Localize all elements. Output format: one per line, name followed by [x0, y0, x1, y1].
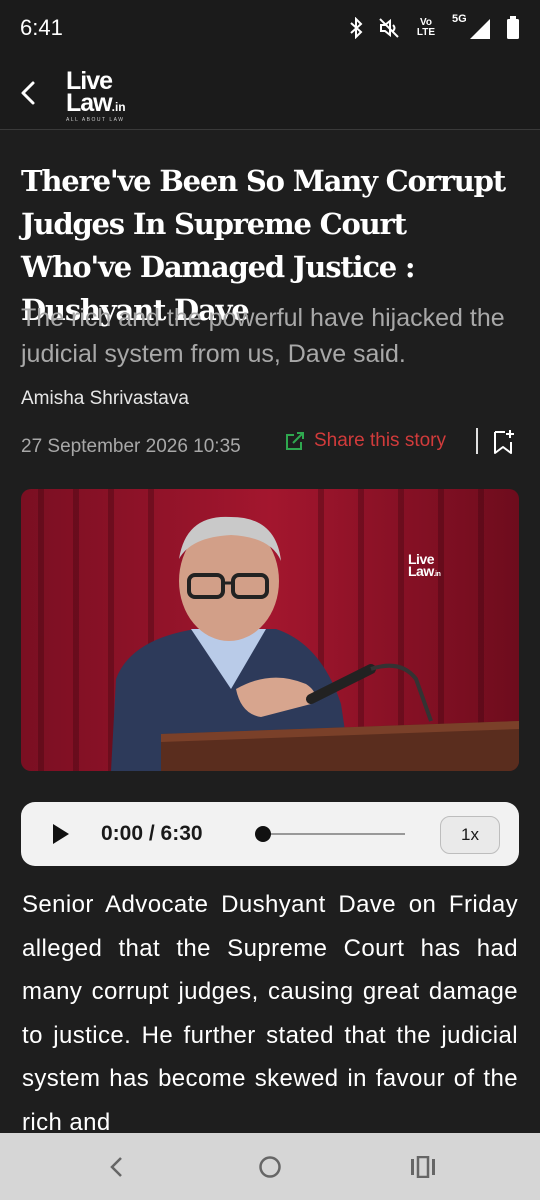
system-nav-bar	[0, 1133, 540, 1200]
audio-time: 0:00 / 6:30	[101, 822, 203, 845]
logo-tagline: ALL ABOUT LAW	[66, 116, 125, 123]
nav-recents-icon	[411, 1155, 435, 1178]
article-body: Senior Advocate Dushyant Dave on Friday …	[22, 891, 518, 1136]
status-bar: 6:41 Vo LTE 5G	[0, 0, 540, 56]
status-icons: Vo LTE 5G	[348, 13, 520, 41]
share-icon	[286, 432, 304, 450]
livelaw-logo[interactable]: Live Law.in ALL ABOUT LAW	[66, 63, 156, 123]
mute-icon	[378, 17, 400, 39]
nav-home-icon	[259, 1155, 281, 1178]
playback-speed-button[interactable]: 1x	[440, 816, 500, 854]
bookmark-icon	[494, 430, 514, 454]
logo-line2: Law.in	[66, 88, 126, 119]
nav-back-icon	[110, 1156, 122, 1177]
signal-icon: 5G	[452, 13, 492, 41]
battery-icon	[506, 16, 520, 40]
watermark-suffix: .in	[433, 571, 441, 578]
watermark-line2: Law.in	[408, 563, 441, 581]
nav-home-button[interactable]	[230, 1133, 310, 1200]
watermark-word: Law	[408, 563, 434, 579]
share-label: Share this story	[314, 430, 446, 451]
status-time: 6:41	[20, 15, 63, 40]
audio-progress-thumb[interactable]	[255, 826, 271, 842]
app-header: Live Law.in ALL ABOUT LAW	[0, 56, 540, 130]
audio-progress-track[interactable]	[257, 833, 405, 835]
audio-player: 0:00 / 6:30 1x	[21, 802, 519, 866]
back-button[interactable]	[0, 56, 56, 130]
bookmark-button[interactable]	[492, 428, 516, 461]
toolbar-divider	[476, 428, 478, 454]
article-date: 27 September 2026 10:35	[21, 436, 241, 457]
share-story-button[interactable]: Share this story	[284, 430, 446, 452]
image-watermark-logo: Live Law.in	[408, 552, 441, 581]
play-icon	[53, 824, 69, 844]
volte-icon: Vo LTE	[416, 17, 436, 38]
logo-word: Law	[66, 88, 113, 117]
article-author[interactable]: Amisha Shrivastava	[21, 388, 189, 410]
article-subhead: The rich and the powerful have hijacked …	[21, 304, 505, 368]
bluetooth-icon	[348, 17, 364, 39]
article-hero-image[interactable]: Live Law.in	[21, 489, 519, 771]
play-button[interactable]	[51, 822, 75, 846]
speaker-photo	[21, 489, 519, 771]
nav-back-button[interactable]	[76, 1133, 156, 1200]
logo-suffix: .in	[111, 99, 126, 114]
nav-recents-button[interactable]	[383, 1133, 463, 1200]
back-arrow-icon	[21, 81, 35, 104]
